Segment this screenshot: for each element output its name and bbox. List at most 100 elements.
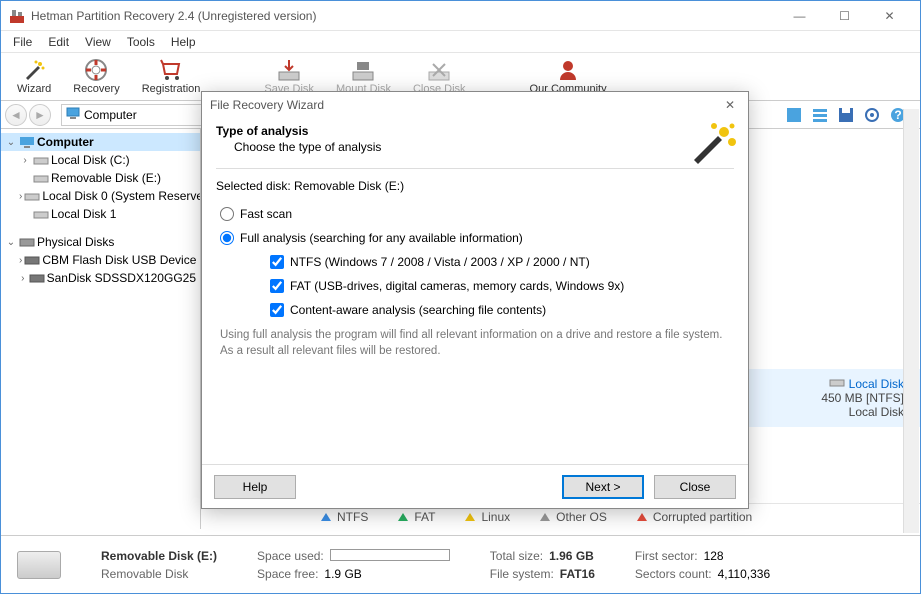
menu-edit[interactable]: Edit xyxy=(40,33,77,51)
status-totalsize-lbl: Total size: xyxy=(490,549,543,563)
tree-label: CBM Flash Disk USB Device xyxy=(42,253,196,267)
expander-icon[interactable]: › xyxy=(19,191,22,202)
wizard-wand-icon xyxy=(688,120,738,166)
legend-other: Other OS xyxy=(540,510,607,524)
menu-tools[interactable]: Tools xyxy=(119,33,163,51)
physical-disk-icon xyxy=(19,236,35,248)
dialog-title: File Recovery Wizard xyxy=(210,98,324,112)
ntfs-check-input[interactable] xyxy=(270,255,284,269)
content-aware-checkbox[interactable]: Content-aware analysis (searching file c… xyxy=(216,303,734,317)
dialog-description: Using full analysis the program will fin… xyxy=(216,327,734,359)
dialog-close-button[interactable]: ✕ xyxy=(720,98,740,112)
expander-icon[interactable]: › xyxy=(19,273,27,284)
tree-removable[interactable]: Removable Disk (E:) xyxy=(1,169,200,187)
disk-large-icon xyxy=(17,551,61,579)
registration-label: Registration xyxy=(142,83,201,95)
tree-local1[interactable]: Local Disk 1 xyxy=(1,205,200,223)
status-sectors-col: First sector: 128 Sectors count: 4,110,3… xyxy=(635,549,770,581)
close-dialog-button[interactable]: Close xyxy=(654,475,736,499)
legend-label: Other OS xyxy=(556,510,607,524)
titlebar: Hetman Partition Recovery 2.4 (Unregiste… xyxy=(1,1,920,31)
tree-local0[interactable]: › Local Disk 0 (System Reserved xyxy=(1,187,200,205)
fat-check-input[interactable] xyxy=(270,279,284,293)
tree-label: Local Disk 1 xyxy=(51,207,116,221)
full-analysis-label: Full analysis (searching for any availab… xyxy=(240,231,523,245)
closedisk-icon xyxy=(427,58,451,82)
expander-icon[interactable]: ⌄ xyxy=(5,237,17,248)
tree-physical[interactable]: ⌄ Physical Disks xyxy=(1,233,200,251)
full-analysis-radio[interactable]: Full analysis (searching for any availab… xyxy=(216,231,734,245)
disk-icon xyxy=(24,254,40,266)
fast-scan-radio[interactable]: Fast scan xyxy=(216,207,734,221)
content-check-label: Content-aware analysis (searching file c… xyxy=(290,303,546,317)
wand-icon xyxy=(22,58,46,82)
tree-sandisk[interactable]: › SanDisk SDSSDX120GG25 xyxy=(1,269,200,287)
expander-icon[interactable]: › xyxy=(19,155,31,166)
status-sectorscount-val: 4,110,336 xyxy=(718,567,771,581)
registration-button[interactable]: Registration xyxy=(132,56,211,97)
full-analysis-input[interactable] xyxy=(220,231,234,245)
status-size-col: Total size: 1.96 GB File system: FAT16 xyxy=(490,549,595,581)
dialog-heading: Type of analysis xyxy=(216,124,734,138)
dialog-button-row: Help Next > Close xyxy=(202,464,748,508)
view-list-button[interactable] xyxy=(810,105,830,125)
menu-view[interactable]: View xyxy=(77,33,119,51)
close-button[interactable]: ✕ xyxy=(867,2,912,30)
dialog-body: Type of analysis Choose the type of anal… xyxy=(202,118,748,464)
lifebuoy-icon xyxy=(84,58,108,82)
tree-panel: ⌄ Computer › Local Disk (C:) Removable D… xyxy=(1,129,201,529)
fat-check-label: FAT (USB-drives, digital cameras, memory… xyxy=(290,279,624,293)
tree-label: Computer xyxy=(37,135,94,149)
tree-cbm[interactable]: › CBM Flash Disk USB Device xyxy=(1,251,200,269)
status-spacefree-val: 1.9 GB xyxy=(324,567,361,581)
app-icon xyxy=(9,8,25,24)
status-firstsector-lbl: First sector: xyxy=(635,549,698,563)
minimize-button[interactable]: — xyxy=(777,2,822,30)
savedisk-icon xyxy=(277,58,301,82)
save-icon-button[interactable] xyxy=(836,105,856,125)
nav-back-button[interactable]: ◄ xyxy=(5,104,27,126)
ntfs-checkbox[interactable]: NTFS (Windows 7 / 2008 / Vista / 2003 / … xyxy=(216,255,734,269)
wizard-button[interactable]: Wizard xyxy=(7,56,61,97)
next-button[interactable]: Next > xyxy=(562,475,644,499)
content-check-input[interactable] xyxy=(270,303,284,317)
view-tiles-button[interactable] xyxy=(784,105,804,125)
disk-icon xyxy=(33,154,49,166)
help-button-label: Help xyxy=(243,480,268,494)
legend-label: FAT xyxy=(414,510,435,524)
status-diskname: Removable Disk (E:) xyxy=(101,549,217,563)
window-title: Hetman Partition Recovery 2.4 (Unregiste… xyxy=(31,9,777,23)
disk-icon xyxy=(33,208,49,220)
tree-localc[interactable]: › Local Disk (C:) xyxy=(1,151,200,169)
drive-label: Local Disk xyxy=(821,405,904,419)
drive-summary[interactable]: Local Disk 450 MB [NTFS] Local Disk xyxy=(821,377,904,419)
drive-size: 450 MB [NTFS] xyxy=(821,391,904,405)
tree-label: Removable Disk (E:) xyxy=(51,171,161,185)
legend-label: Corrupted partition xyxy=(653,510,752,524)
tree-computer[interactable]: ⌄ Computer xyxy=(1,133,200,151)
fast-scan-input[interactable] xyxy=(220,207,234,221)
nav-forward-button[interactable]: ► xyxy=(29,104,51,126)
legend-linux: Linux xyxy=(465,510,510,524)
menu-file[interactable]: File xyxy=(5,33,40,51)
maximize-button[interactable]: ☐ xyxy=(822,2,867,30)
recovery-label: Recovery xyxy=(73,83,119,95)
recovery-button[interactable]: Recovery xyxy=(63,56,129,97)
fast-scan-label: Fast scan xyxy=(240,207,292,221)
legend-label: Linux xyxy=(481,510,510,524)
person-icon xyxy=(556,58,580,82)
dialog-subheading: Choose the type of analysis xyxy=(216,140,734,154)
scrollbar[interactable] xyxy=(903,109,919,533)
status-disktype: Removable Disk xyxy=(101,567,217,581)
expander-icon[interactable]: › xyxy=(19,255,22,266)
wizard-label: Wizard xyxy=(17,83,51,95)
status-disk-col: Removable Disk (E:) Removable Disk xyxy=(101,549,217,581)
options-icon-button[interactable] xyxy=(862,105,882,125)
tree-label: Local Disk (C:) xyxy=(51,153,130,167)
menu-help[interactable]: Help xyxy=(163,33,204,51)
computer-icon xyxy=(19,136,35,148)
dialog-titlebar: File Recovery Wizard ✕ xyxy=(202,92,748,118)
expander-icon[interactable]: ⌄ xyxy=(5,137,17,148)
help-button[interactable]: Help xyxy=(214,475,296,499)
fat-checkbox[interactable]: FAT (USB-drives, digital cameras, memory… xyxy=(216,279,734,293)
